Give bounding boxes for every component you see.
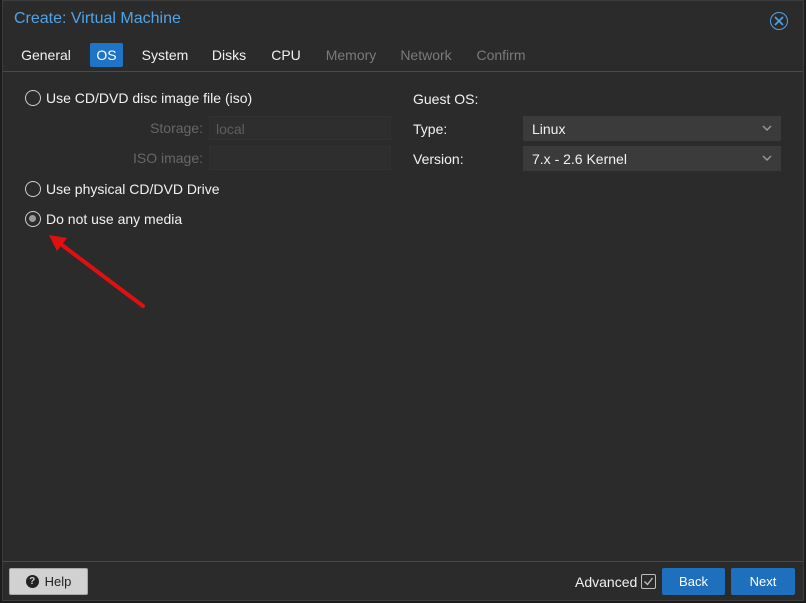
checkmark-icon	[644, 577, 654, 586]
advanced-checkbox[interactable]	[641, 574, 656, 589]
back-button[interactable]: Back	[662, 568, 725, 595]
dialog-titlebar: Create: Virtual Machine	[3, 1, 803, 39]
create-vm-dialog: Create: Virtual Machine General OS Syste…	[2, 0, 804, 601]
tab-memory: Memory	[325, 47, 377, 63]
radio-physical-option[interactable]: Use physical CD/DVD Drive	[25, 181, 219, 197]
help-button-label: Help	[44, 574, 72, 589]
iso-image-select	[209, 146, 391, 170]
radio-iso-option[interactable]: Use CD/DVD disc image file (iso)	[25, 90, 252, 106]
version-select[interactable]: 7.x - 2.6 Kernel	[523, 146, 781, 171]
advanced-label: Advanced	[575, 574, 638, 590]
radio-none[interactable]	[25, 211, 41, 227]
radio-none-label: Do not use any media	[46, 211, 183, 227]
version-label: Version:	[413, 151, 464, 167]
radio-physical-label: Use physical CD/DVD Drive	[46, 181, 220, 197]
guest-os-heading: Guest OS:	[413, 91, 479, 107]
storage-select: local	[209, 116, 391, 140]
tab-general[interactable]: General	[17, 43, 75, 67]
type-label: Type:	[413, 121, 448, 137]
close-circle-icon	[774, 16, 784, 26]
tab-confirm: Confirm	[476, 47, 526, 63]
radio-none-option[interactable]: Do not use any media	[25, 211, 182, 227]
tab-system[interactable]: System	[137, 43, 193, 67]
wizard-tabs: General OS System Disks CPU Memory Netwo…	[3, 39, 803, 72]
chevron-down-icon	[762, 125, 772, 131]
iso-image-label: ISO image:	[132, 150, 203, 166]
radio-iso-label: Use CD/DVD disc image file (iso)	[46, 90, 253, 106]
type-select-value: Linux	[532, 121, 566, 137]
question-circle-icon: ?	[25, 575, 39, 588]
tab-os[interactable]: OS	[90, 43, 123, 67]
storage-label: Storage:	[150, 120, 203, 136]
dialog-title: Create: Virtual Machine	[14, 10, 181, 27]
type-select[interactable]: Linux	[523, 116, 781, 141]
help-button[interactable]: ? Help	[9, 568, 88, 595]
tab-network: Network	[400, 47, 452, 63]
version-select-value: 7.x - 2.6 Kernel	[532, 151, 627, 167]
next-button[interactable]: Next	[731, 568, 795, 595]
dialog-footer: ? Help Advanced Back Next	[3, 561, 803, 602]
tab-disks[interactable]: Disks	[207, 43, 251, 67]
os-panel: Use CD/DVD disc image file (iso) Storage…	[3, 73, 803, 561]
chevron-down-icon	[762, 155, 772, 161]
radio-iso[interactable]	[25, 90, 41, 106]
close-button[interactable]	[770, 12, 788, 30]
radio-physical[interactable]	[25, 181, 41, 197]
tab-cpu[interactable]: CPU	[266, 43, 306, 67]
